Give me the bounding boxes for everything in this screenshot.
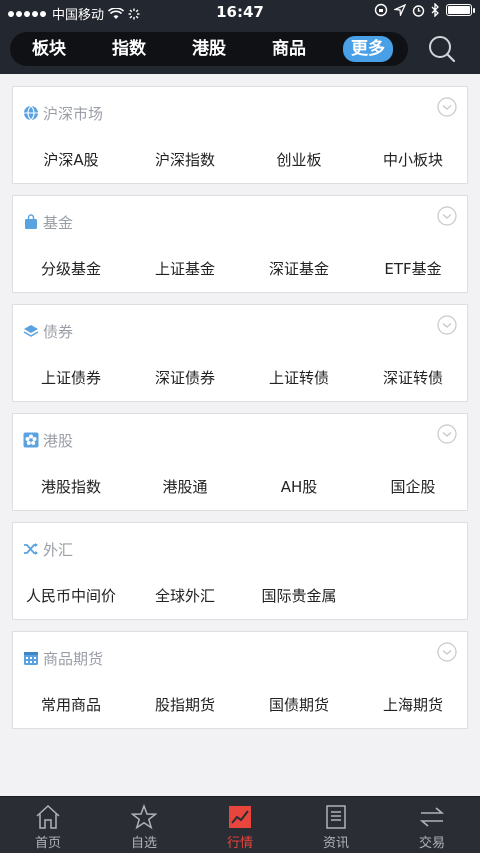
shuffle-icon bbox=[24, 543, 38, 555]
section-items: 上证债券 深证债券 上证转债 深证转债 bbox=[13, 367, 467, 389]
item-rmb-central-parity[interactable]: 人民币中间价 bbox=[14, 585, 128, 606]
nav-market[interactable]: 行情 bbox=[192, 797, 288, 853]
item-stock-connect[interactable]: 港股通 bbox=[128, 476, 242, 497]
item-global-forex[interactable]: 全球外汇 bbox=[128, 585, 242, 606]
star-icon bbox=[131, 804, 157, 830]
nav-watchlist-label: 自选 bbox=[130, 836, 157, 851]
nav-trade[interactable]: 交易 bbox=[384, 797, 480, 853]
nav-news[interactable]: 资讯 bbox=[288, 797, 384, 853]
nav-market-label: 行情 bbox=[226, 836, 253, 851]
home-icon bbox=[36, 804, 60, 829]
item-sh-sz-indices[interactable]: 沪深指数 bbox=[128, 149, 242, 170]
section-items: 沪深A股 沪深指数 创业板 中小板块 bbox=[13, 149, 467, 171]
bag-icon bbox=[25, 214, 37, 229]
item-treasury-futures[interactable]: 国债期货 bbox=[242, 694, 356, 715]
item-chinext[interactable]: 创业板 bbox=[242, 149, 356, 170]
item-sh-convertibles[interactable]: 上证转债 bbox=[242, 367, 356, 388]
calendar-icon bbox=[24, 652, 38, 665]
item-index-futures[interactable]: 股指期货 bbox=[128, 694, 242, 715]
item-sz-bonds[interactable]: 深证债券 bbox=[128, 367, 242, 388]
flower-icon bbox=[23, 432, 39, 448]
section-items: 常用商品 股指期货 国债期货 上海期货 bbox=[13, 694, 467, 716]
chevron-down-icon[interactable] bbox=[437, 97, 457, 117]
tab-hk-stocks[interactable]: 港股 bbox=[179, 32, 239, 66]
section-title-label: 债券 bbox=[43, 322, 74, 341]
section-items: 人民币中间价 全球外汇 国际贵金属 bbox=[13, 585, 467, 607]
status-right bbox=[374, 3, 475, 17]
section-card: 债券 上证债券 深证债券 上证转债 深证转债 bbox=[12, 304, 468, 402]
chart-icon bbox=[229, 806, 251, 828]
section-title: 沪深市场 bbox=[23, 103, 103, 123]
section-card: 基金 分级基金 上证基金 深证基金 ETF基金 bbox=[12, 195, 468, 293]
item-sh-bonds[interactable]: 上证债券 bbox=[14, 367, 128, 388]
nav-home[interactable]: 首页 bbox=[0, 797, 96, 853]
section-card: 商品期货 常用商品 股指期货 国债期货 上海期货 bbox=[12, 631, 468, 729]
section-items: 港股指数 港股通 AH股 国企股 bbox=[13, 476, 467, 498]
alarm-icon bbox=[412, 4, 425, 17]
content: 沪深市场 沪深A股 沪深指数 创业板 中小板块 基金 分级基金 上证基金 深证基… bbox=[0, 74, 480, 796]
section-card: 外汇 人民币中间价 全球外汇 国际贵金属 bbox=[12, 522, 468, 620]
nav-home-label: 首页 bbox=[34, 836, 61, 851]
item-hk-indices[interactable]: 港股指数 bbox=[14, 476, 128, 497]
chevron-down-icon[interactable] bbox=[437, 424, 457, 444]
tab-sectors[interactable]: 板块 bbox=[19, 32, 79, 66]
section-title-label: 商品期货 bbox=[43, 649, 104, 668]
section-title: 债券 bbox=[23, 321, 73, 341]
item-shanghai-futures[interactable]: 上海期货 bbox=[356, 694, 470, 715]
search-icon[interactable] bbox=[427, 34, 457, 64]
item-common-commodities[interactable]: 常用商品 bbox=[14, 694, 128, 715]
transfer-icon bbox=[419, 807, 445, 827]
header: 板块 指数 港股 商品 更多 bbox=[0, 24, 480, 74]
section-title: 港股 bbox=[23, 430, 73, 450]
nav-watchlist[interactable]: 自选 bbox=[96, 797, 192, 853]
item-etf-funds[interactable]: ETF基金 bbox=[356, 258, 470, 279]
item-sh-funds[interactable]: 上证基金 bbox=[128, 258, 242, 279]
section-title-label: 外汇 bbox=[43, 540, 74, 559]
section-title-label: 港股 bbox=[43, 431, 74, 450]
news-icon bbox=[326, 805, 346, 829]
section-title-label: 基金 bbox=[43, 213, 74, 232]
market-tabs: 板块 指数 港股 商品 更多 bbox=[10, 32, 408, 66]
section-items: 分级基金 上证基金 深证基金 ETF基金 bbox=[13, 258, 467, 280]
battery-icon bbox=[446, 4, 475, 16]
section-card: 港股 港股指数 港股通 AH股 国企股 bbox=[12, 413, 468, 511]
nav-trade-label: 交易 bbox=[418, 836, 445, 851]
item-sz-convertibles[interactable]: 深证转债 bbox=[356, 367, 470, 388]
globe-icon bbox=[24, 105, 38, 121]
item-sh-sz-a-shares[interactable]: 沪深A股 bbox=[14, 149, 128, 170]
location-icon bbox=[394, 4, 406, 16]
section-title: 外汇 bbox=[23, 539, 73, 559]
item-sme-board[interactable]: 中小板块 bbox=[356, 149, 470, 170]
item-h-shares[interactable]: 国企股 bbox=[356, 476, 470, 497]
bottom-nav: 首页 自选 行情 资讯 交易 bbox=[0, 796, 480, 853]
chevron-down-icon[interactable] bbox=[437, 315, 457, 335]
rotation-lock-icon bbox=[374, 3, 388, 17]
section-title: 基金 bbox=[23, 212, 73, 232]
section-card: 沪深市场 沪深A股 沪深指数 创业板 中小板块 bbox=[12, 86, 468, 184]
item-precious-metals[interactable]: 国际贵金属 bbox=[242, 585, 356, 606]
chevron-down-icon[interactable] bbox=[437, 206, 457, 226]
nav-news-label: 资讯 bbox=[322, 836, 349, 851]
section-title-label: 沪深市场 bbox=[43, 104, 104, 123]
section-title: 商品期货 bbox=[23, 648, 103, 668]
item-sz-funds[interactable]: 深证基金 bbox=[242, 258, 356, 279]
bluetooth-icon bbox=[431, 3, 439, 17]
status-bar: 中国移动 16:47 bbox=[0, 0, 480, 24]
layers-icon bbox=[23, 325, 39, 337]
item-structured-funds[interactable]: 分级基金 bbox=[14, 258, 128, 279]
tab-commodities[interactable]: 商品 bbox=[259, 32, 319, 66]
item-ah-shares[interactable]: AH股 bbox=[242, 476, 356, 497]
chevron-down-icon[interactable] bbox=[437, 642, 457, 662]
tab-indices[interactable]: 指数 bbox=[99, 32, 159, 66]
tab-more[interactable]: 更多 bbox=[338, 32, 398, 66]
